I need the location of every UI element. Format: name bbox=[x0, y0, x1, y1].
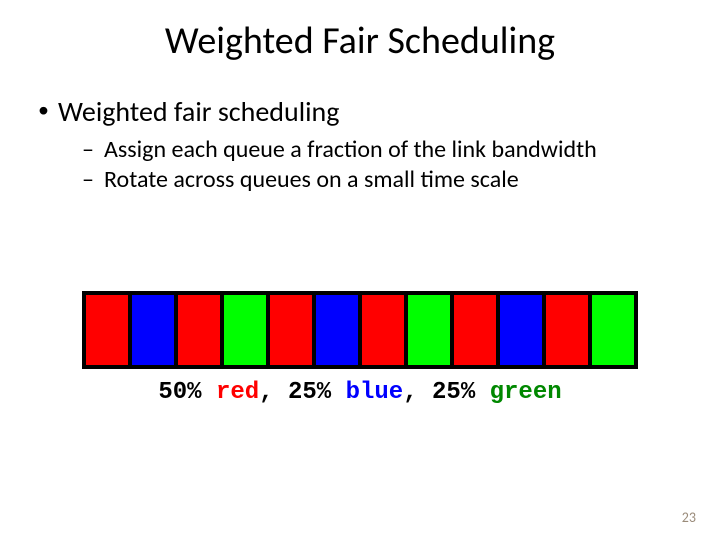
segment-green bbox=[408, 295, 450, 365]
page-title: Weighted Fair Scheduling bbox=[0, 0, 720, 64]
segment-green bbox=[224, 295, 266, 365]
page-number: 23 bbox=[682, 509, 696, 526]
caption-comma-2: , bbox=[403, 379, 432, 406]
caption-pct-green: 25% bbox=[432, 379, 490, 406]
segment-blue bbox=[500, 295, 542, 365]
bullet-main: Weighted fair scheduling bbox=[30, 94, 690, 129]
caption-blue: blue bbox=[346, 379, 404, 406]
segment-red bbox=[362, 295, 404, 365]
caption-comma-1: , bbox=[259, 379, 288, 406]
bullet-sub-2: Rotate across queues on a small time sca… bbox=[30, 165, 690, 195]
caption-green: green bbox=[490, 379, 562, 406]
content-area: Weighted fair scheduling Assign each que… bbox=[0, 64, 720, 406]
segment-blue bbox=[316, 295, 358, 365]
segment-red bbox=[270, 295, 312, 365]
segment-red bbox=[454, 295, 496, 365]
caption-pct-red: 50% bbox=[158, 379, 216, 406]
segment-red bbox=[86, 295, 128, 365]
segment-red bbox=[546, 295, 588, 365]
bullet-sub-1: Assign each queue a fraction of the link… bbox=[30, 135, 690, 165]
diagram-caption: 50% red, 25% blue, 25% green bbox=[30, 379, 690, 406]
segment-blue bbox=[132, 295, 174, 365]
caption-red: red bbox=[216, 379, 259, 406]
scheduling-diagram bbox=[82, 291, 638, 369]
diagram-container bbox=[30, 291, 690, 369]
segment-red bbox=[178, 295, 220, 365]
segment-green bbox=[592, 295, 634, 365]
caption-pct-blue: 25% bbox=[288, 379, 346, 406]
